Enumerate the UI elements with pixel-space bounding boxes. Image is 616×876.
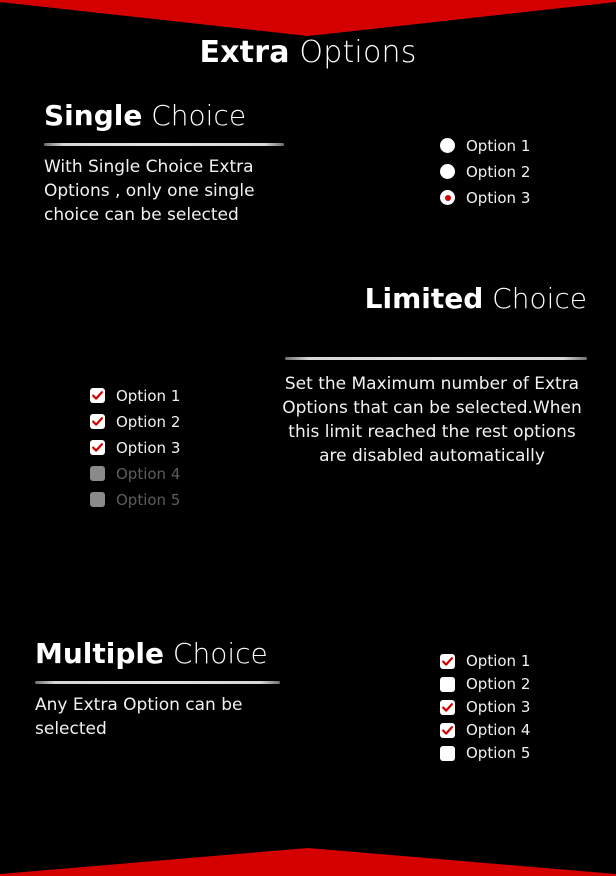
multiple-choice-description: Any Extra Option can be selected [35, 695, 243, 739]
radio-icon-selected[interactable] [440, 190, 455, 205]
page-title-light: Options [289, 35, 417, 70]
checkbox-option-row[interactable]: Option 2 [440, 673, 530, 695]
checkbox-icon-unchecked[interactable] [440, 676, 455, 692]
checkbox-icon-checked[interactable] [440, 653, 455, 669]
checkbox-icon-checked[interactable] [90, 388, 105, 403]
checkbox-option-label: Option 5 [116, 490, 181, 509]
radio-option-label: Option 1 [466, 136, 531, 155]
checkbox-option-row[interactable]: Option 4 [440, 719, 530, 741]
checkbox-option-row[interactable]: Option 1 [90, 383, 180, 408]
multiple-choice-checkbox-group[interactable]: Option 1 Option 2 Option 3 Option 4 Opti… [440, 650, 530, 765]
checkbox-icon-checked[interactable] [440, 699, 455, 715]
checkbox-option-label: Option 3 [466, 698, 531, 716]
single-choice-description: With Single Choice Extra Options , only … [44, 157, 255, 225]
checkbox-option-label: Option 5 [466, 744, 531, 762]
radio-icon[interactable] [440, 164, 455, 179]
radio-option-row[interactable]: Option 3 [440, 185, 530, 210]
single-choice-divider [44, 143, 284, 146]
multiple-choice-heading-bold: Multiple [35, 637, 165, 670]
checkbox-option-label: Option 4 [466, 721, 531, 739]
radio-icon[interactable] [440, 138, 455, 153]
single-choice-heading-light: Choice [142, 99, 247, 132]
checkbox-option-row[interactable]: Option 2 [90, 409, 180, 434]
checkbox-icon-disabled [90, 492, 105, 507]
checkbox-option-label: Option 4 [116, 464, 181, 483]
radio-option-row[interactable]: Option 2 [440, 159, 530, 184]
single-choice-radio-group[interactable]: Option 1 Option 2 Option 3 [440, 133, 530, 211]
checkbox-icon-checked[interactable] [90, 414, 105, 429]
checkbox-icon-checked[interactable] [440, 722, 455, 738]
multiple-choice-heading-light: Choice [164, 637, 268, 670]
checkbox-icon-checked[interactable] [90, 440, 105, 455]
radio-option-label: Option 2 [466, 162, 531, 181]
checkbox-option-label: Option 1 [466, 652, 531, 670]
limited-choice-description: Set the Maximum number of Extra Options … [282, 374, 582, 466]
page-title: Extra Options [0, 36, 616, 70]
multiple-choice-divider [35, 681, 280, 684]
limited-choice-divider [285, 357, 587, 360]
limited-choice-heading: Limited Choice [277, 283, 587, 315]
multiple-choice-heading: Multiple Choice [35, 638, 305, 670]
limited-choice-checkbox-group[interactable]: Option 1 Option 2 Option 3 Option 4 Opti… [90, 383, 180, 513]
page-title-bold: Extra [199, 35, 290, 70]
top-chevron-decoration [0, 0, 616, 36]
section-limited-choice: Limited Choice Set the Maximum number of… [277, 283, 587, 468]
checkbox-option-label: Option 2 [466, 675, 531, 693]
limited-choice-heading-light: Choice [483, 282, 587, 315]
checkbox-option-label: Option 1 [116, 386, 181, 405]
checkbox-option-row[interactable]: Option 3 [90, 435, 180, 460]
single-choice-heading: Single Choice [44, 100, 294, 132]
checkbox-option-label: Option 2 [116, 412, 181, 431]
checkbox-option-row-disabled: Option 4 [90, 461, 180, 486]
checkbox-option-row-disabled: Option 5 [90, 487, 180, 512]
checkbox-option-row[interactable]: Option 3 [440, 696, 530, 718]
checkbox-icon-disabled [90, 466, 105, 481]
checkbox-option-row[interactable]: Option 1 [440, 650, 530, 672]
checkbox-option-label: Option 3 [116, 438, 181, 457]
single-choice-heading-bold: Single [44, 99, 143, 132]
extra-options-page: Extra Options Single Choice With Single … [0, 0, 616, 876]
section-multiple-choice: Multiple Choice Any Extra Option can be … [35, 638, 305, 741]
checkbox-option-row[interactable]: Option 5 [440, 742, 530, 764]
checkbox-icon-unchecked[interactable] [440, 745, 455, 761]
section-single-choice: Single Choice With Single Choice Extra O… [44, 100, 294, 227]
radio-option-row[interactable]: Option 1 [440, 133, 530, 158]
bottom-chevron-decoration [0, 848, 616, 876]
limited-choice-heading-bold: Limited [364, 282, 484, 315]
radio-option-label: Option 3 [466, 188, 531, 207]
